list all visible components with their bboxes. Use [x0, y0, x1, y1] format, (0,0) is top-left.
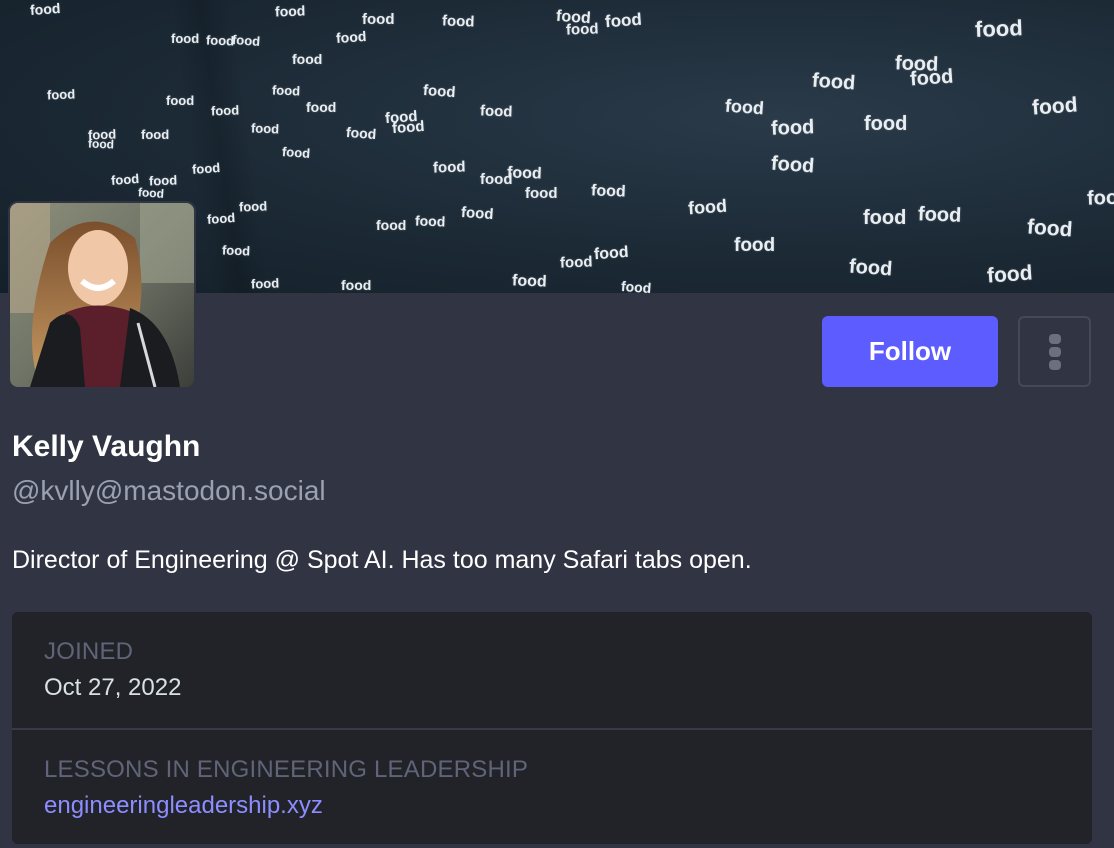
profile-bio: Director of Engineering @ Spot AI. Has t… — [12, 546, 752, 574]
header-pattern-word: food — [362, 11, 395, 28]
header-pattern-word: food — [250, 275, 280, 292]
header-pattern-word: food — [441, 12, 475, 31]
header-pattern-word: food — [335, 27, 367, 47]
header-pattern-word: food — [141, 127, 170, 142]
header-pattern-word: food — [341, 277, 372, 293]
header-pattern-word: food — [292, 51, 323, 67]
header-pattern-word: food — [231, 32, 261, 49]
header-pattern-word: food — [848, 255, 894, 281]
header-pattern-word: food — [432, 158, 466, 177]
header-pattern-word: food — [110, 171, 140, 188]
header-pattern-word: food — [206, 210, 236, 227]
header-pattern-word: food — [29, 0, 61, 19]
header-pattern-word: food — [171, 31, 200, 46]
header-pattern-word: food — [210, 102, 240, 119]
profile-fields: JOINED Oct 27, 2022 LESSONS IN ENGINEERI… — [12, 612, 1092, 844]
avatar[interactable] — [10, 203, 194, 387]
header-pattern-word: food — [414, 212, 446, 230]
header-pattern-word: food — [345, 123, 377, 143]
header-pattern-word: food — [559, 253, 593, 272]
header-pattern-word: food — [811, 69, 857, 95]
display-name: Kelly Vaughn — [12, 430, 201, 463]
field-value-wrapper: engineeringleadership.xyz — [44, 792, 323, 820]
header-pattern-word: food — [974, 15, 1024, 42]
avatar-image — [10, 203, 194, 387]
header-pattern-word: food — [734, 235, 776, 256]
header-pattern-word: food — [565, 20, 599, 39]
field-website: LESSONS IN ENGINEERING LEADERSHIP engine… — [12, 730, 1092, 844]
header-pattern-word: food — [422, 81, 457, 102]
header-pattern-word: food — [191, 160, 221, 177]
follow-button[interactable]: Follow — [822, 316, 998, 387]
header-pattern-word: food — [1026, 215, 1074, 242]
header-pattern-word: food — [306, 99, 337, 115]
website-link[interactable]: engineeringleadership.xyz — [44, 792, 323, 819]
field-value: Oct 27, 2022 — [44, 674, 182, 701]
header-pattern-word: food — [909, 65, 955, 91]
header-pattern-word: food — [620, 277, 652, 293]
header-pattern-word: food — [281, 144, 311, 161]
header-pattern-word: food — [271, 82, 301, 99]
field-joined: JOINED Oct 27, 2022 — [12, 612, 1092, 730]
header-pattern-word: food — [863, 207, 907, 229]
header-pattern-word: food — [917, 203, 962, 227]
vertical-ellipsis-icon — [1048, 333, 1061, 370]
header-pattern-word: food — [986, 261, 1034, 288]
header-pattern-word: food — [166, 93, 195, 108]
header-pattern-word: food — [87, 136, 115, 152]
header-pattern-word: food — [238, 198, 268, 215]
header-pattern-word: food — [250, 120, 280, 137]
field-label: LESSONS IN ENGINEERING LEADERSHIP — [44, 756, 529, 783]
header-pattern-word: food — [391, 117, 426, 138]
account-handle: @kvlly@mastodon.social — [12, 475, 326, 506]
header-pattern-word: food — [46, 86, 76, 103]
header-pattern-word: food — [724, 95, 765, 119]
header-pattern-word: food — [511, 272, 547, 291]
header-pattern-word: food — [506, 164, 542, 183]
header-pattern-word: food — [770, 152, 816, 178]
header-pattern-word: food — [525, 185, 558, 202]
header-pattern-word: food — [864, 113, 908, 135]
field-label: JOINED — [44, 638, 134, 665]
header-pattern-word: food — [274, 2, 306, 20]
header-pattern-word: food — [205, 32, 235, 49]
header-pattern-word: food — [593, 243, 630, 264]
header-pattern-word: food — [460, 203, 495, 224]
header-pattern-word: food — [1086, 186, 1114, 210]
header-pattern-word: food — [687, 195, 728, 219]
header-pattern-word: food — [1031, 93, 1079, 120]
header-pattern-word: food — [221, 242, 251, 259]
header-pattern-word: food — [604, 9, 643, 32]
header-pattern-word: food — [376, 217, 407, 233]
header-pattern-word: food — [137, 185, 165, 201]
header-pattern-word: food — [479, 102, 513, 121]
header-pattern-word: food — [590, 182, 626, 201]
header-pattern-word: food — [770, 116, 815, 140]
more-options-button[interactable] — [1018, 316, 1091, 387]
